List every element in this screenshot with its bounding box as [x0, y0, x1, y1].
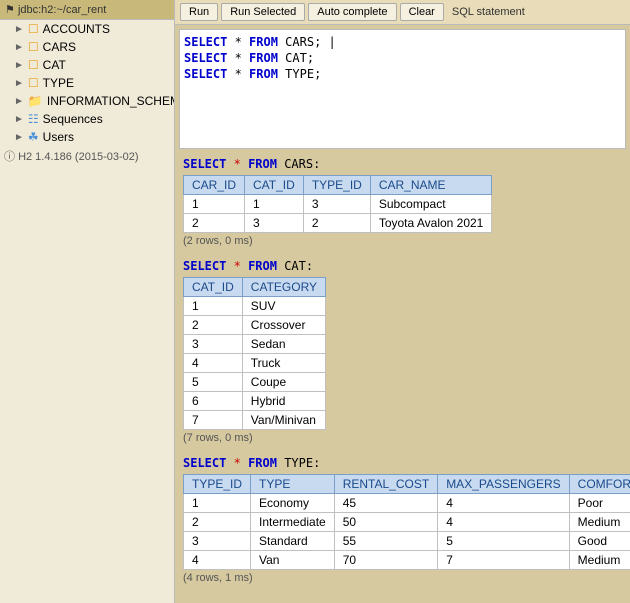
- sql-editor[interactable]: SELECT * FROM CARS; SELECT * FROM CAT; S…: [179, 29, 626, 149]
- table-row: 7Van/Minivan: [184, 411, 326, 430]
- table-icon: ☐: [28, 76, 39, 90]
- main-panel: Run Run Selected Auto complete Clear SQL…: [175, 0, 630, 603]
- table-row: 1SUV: [184, 297, 326, 316]
- col-cat-id: CAT_ID: [245, 176, 304, 195]
- folder-icon: 📁: [28, 94, 43, 108]
- auto-complete-button[interactable]: Auto complete: [308, 3, 396, 21]
- table-row: 113Subcompact: [184, 195, 492, 214]
- table-row: 6Hybrid: [184, 392, 326, 411]
- cat-header-row: CAT_ID CATEGORY: [184, 278, 326, 297]
- expand-icon: ►: [14, 132, 24, 143]
- connection-label: ⚑ jdbc:h2:~/car_rent: [0, 0, 174, 20]
- table-icon: ☐: [28, 40, 39, 54]
- type-header-row: TYPE_ID TYPE RENTAL_COST MAX_PASSENGERS …: [184, 475, 630, 494]
- sidebar-item-cars[interactable]: ► ☐ CARS: [0, 38, 174, 56]
- expand-icon: ►: [14, 96, 24, 107]
- users-icon: ☘: [28, 130, 39, 144]
- sidebar-item-users[interactable]: ► ☘ Users: [0, 128, 174, 146]
- table-row: 4Truck: [184, 354, 326, 373]
- sidebar-item-sequences[interactable]: ► ☷ Sequences: [0, 110, 174, 128]
- sidebar-item-cat[interactable]: ► ☐ CAT: [0, 56, 174, 74]
- table-row: 3Standard555Good: [184, 532, 630, 551]
- col-cat-id: CAT_ID: [184, 278, 243, 297]
- expand-icon: ►: [14, 60, 24, 71]
- editor-line-3: SELECT * FROM TYPE;: [184, 66, 621, 82]
- result-cars: SELECT * FROM CARS: CAR_ID CAT_ID TYPE_I…: [183, 157, 622, 247]
- sql-statement-label: SQL statement: [452, 6, 525, 18]
- cars-row-count: (2 rows, 0 ms): [183, 235, 622, 247]
- table-row: 2Crossover: [184, 316, 326, 335]
- sidebar-item-type[interactable]: ► ☐ TYPE: [0, 74, 174, 92]
- col-comfort-level: COMFORT_LEVEL: [569, 475, 630, 494]
- editor-line-2: SELECT * FROM CAT;: [184, 50, 621, 66]
- sequences-icon: ☷: [28, 112, 39, 126]
- table-row: 232Toyota Avalon 2021: [184, 214, 492, 233]
- table-row: 5Coupe: [184, 373, 326, 392]
- result-cat: SELECT * FROM CAT: CAT_ID CATEGORY 1SUV2…: [183, 259, 622, 444]
- result-cat-sql: SELECT * FROM CAT:: [183, 259, 622, 273]
- cat-table: CAT_ID CATEGORY 1SUV2Crossover3Sedan4Tru…: [183, 277, 326, 430]
- results-panel: SELECT * FROM CARS: CAR_ID CAT_ID TYPE_I…: [175, 153, 630, 603]
- cars-header-row: CAR_ID CAT_ID TYPE_ID CAR_NAME: [184, 176, 492, 195]
- result-type: SELECT * FROM TYPE: TYPE_ID TYPE RENTAL_…: [183, 456, 622, 584]
- run-selected-button[interactable]: Run Selected: [221, 3, 305, 21]
- col-category: CATEGORY: [242, 278, 325, 297]
- sidebar-item-accounts[interactable]: ► ☐ ACCOUNTS: [0, 20, 174, 38]
- expand-icon: ►: [14, 114, 24, 125]
- h2-version: ⓘ H2 1.4.186 (2015-03-02): [0, 146, 174, 166]
- col-type-id: TYPE_ID: [184, 475, 251, 494]
- type-table: TYPE_ID TYPE RENTAL_COST MAX_PASSENGERS …: [183, 474, 630, 570]
- col-max-passengers: MAX_PASSENGERS: [438, 475, 569, 494]
- result-cars-sql: SELECT * FROM CARS:: [183, 157, 622, 171]
- col-car-name: CAR_NAME: [370, 176, 492, 195]
- expand-icon: ►: [14, 42, 24, 53]
- connection-icon: ⚑: [5, 4, 15, 16]
- table-row: 1Economy454Poor: [184, 494, 630, 513]
- type-row-count: (4 rows, 1 ms): [183, 572, 622, 584]
- toolbar: Run Run Selected Auto complete Clear SQL…: [175, 0, 630, 25]
- table-icon: ☐: [28, 22, 39, 36]
- col-rental-cost: RENTAL_COST: [334, 475, 437, 494]
- table-row: 2Intermediate504Medium: [184, 513, 630, 532]
- editor-line-1: SELECT * FROM CARS;: [184, 34, 621, 50]
- table-row: 3Sedan: [184, 335, 326, 354]
- col-car-id: CAR_ID: [184, 176, 245, 195]
- run-button[interactable]: Run: [180, 3, 218, 21]
- clear-button[interactable]: Clear: [400, 3, 444, 21]
- cat-row-count: (7 rows, 0 ms): [183, 432, 622, 444]
- table-row: 4Van707Medium: [184, 551, 630, 570]
- sidebar: ⚑ jdbc:h2:~/car_rent ► ☐ ACCOUNTS ► ☐ CA…: [0, 0, 175, 603]
- expand-icon: ►: [14, 78, 24, 89]
- col-type: TYPE: [251, 475, 335, 494]
- table-icon: ☐: [28, 58, 39, 72]
- expand-icon: ►: [14, 24, 24, 35]
- cars-table: CAR_ID CAT_ID TYPE_ID CAR_NAME 113Subcom…: [183, 175, 492, 233]
- result-type-sql: SELECT * FROM TYPE:: [183, 456, 622, 470]
- col-type-id: TYPE_ID: [303, 176, 370, 195]
- sidebar-item-information-schema[interactable]: ► 📁 INFORMATION_SCHEMA: [0, 92, 174, 110]
